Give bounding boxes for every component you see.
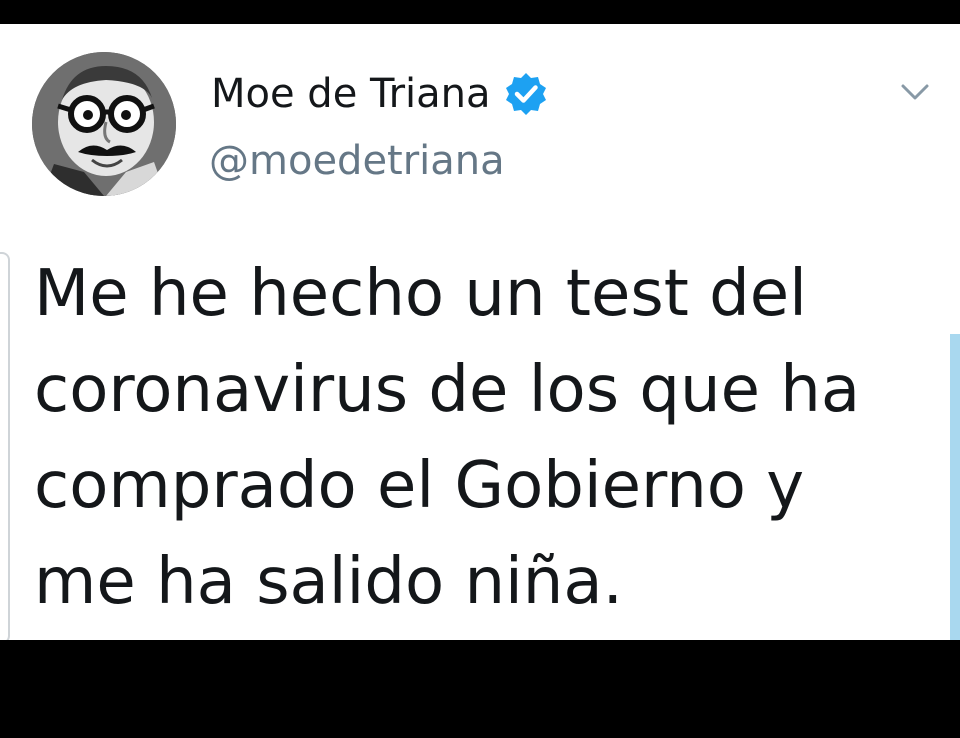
- right-edge-fragment: [950, 334, 960, 640]
- tweet-card: Moe de Triana @moedetriana Me he hecho u…: [0, 24, 960, 640]
- author-display-name[interactable]: Moe de Triana: [211, 71, 491, 117]
- author-name-row: Moe de Triana: [211, 68, 549, 120]
- chevron-down-icon[interactable]: [898, 78, 932, 106]
- author-handle[interactable]: @moedetriana: [209, 138, 505, 184]
- avatar-face-icon: [32, 52, 176, 196]
- bottom-letterbox: [0, 640, 960, 738]
- avatar[interactable]: [32, 52, 176, 196]
- top-letterbox: [0, 0, 960, 24]
- verified-badge-icon: [503, 71, 549, 117]
- left-edge-fragment: [0, 252, 10, 640]
- tweet-text: Me he hecho un test del coronavirus de l…: [34, 257, 861, 619]
